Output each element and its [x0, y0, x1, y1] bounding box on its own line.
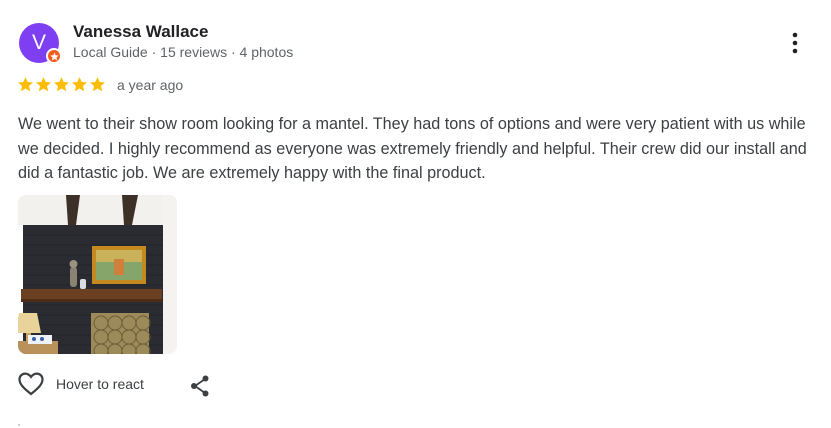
heart-outline-icon [18, 372, 44, 396]
avatar-container[interactable]: V [19, 23, 62, 64]
star-icon [89, 77, 106, 92]
star-rating [17, 76, 106, 93]
local-guide-badge-icon [46, 48, 62, 64]
more-options-button[interactable] [783, 30, 807, 56]
rating-row: a year ago [17, 76, 183, 93]
react-button[interactable]: Hover to react [18, 372, 144, 396]
share-icon [191, 375, 209, 397]
star-icon [53, 77, 70, 92]
review-time: a year ago [117, 76, 184, 93]
review-actions: Hover to react [18, 372, 144, 396]
more-vert-icon [792, 32, 798, 54]
reviewer-info: Local Guide · 15 reviews · 4 photos [73, 44, 294, 60]
review-photo[interactable] [18, 195, 177, 354]
star-icon [35, 77, 52, 92]
review-card: V Vanessa Wallace Local Guide · 15 revie… [0, 0, 831, 428]
fireplace-photo [18, 195, 177, 354]
star-icon [71, 77, 88, 92]
review-text: We went to their show room looking for a… [18, 115, 807, 182]
star-icon [17, 77, 34, 92]
share-button[interactable] [188, 374, 212, 398]
react-label: Hover to react [56, 376, 144, 392]
divider-dot [18, 424, 20, 426]
reviewer-name[interactable]: Vanessa Wallace [73, 22, 208, 42]
